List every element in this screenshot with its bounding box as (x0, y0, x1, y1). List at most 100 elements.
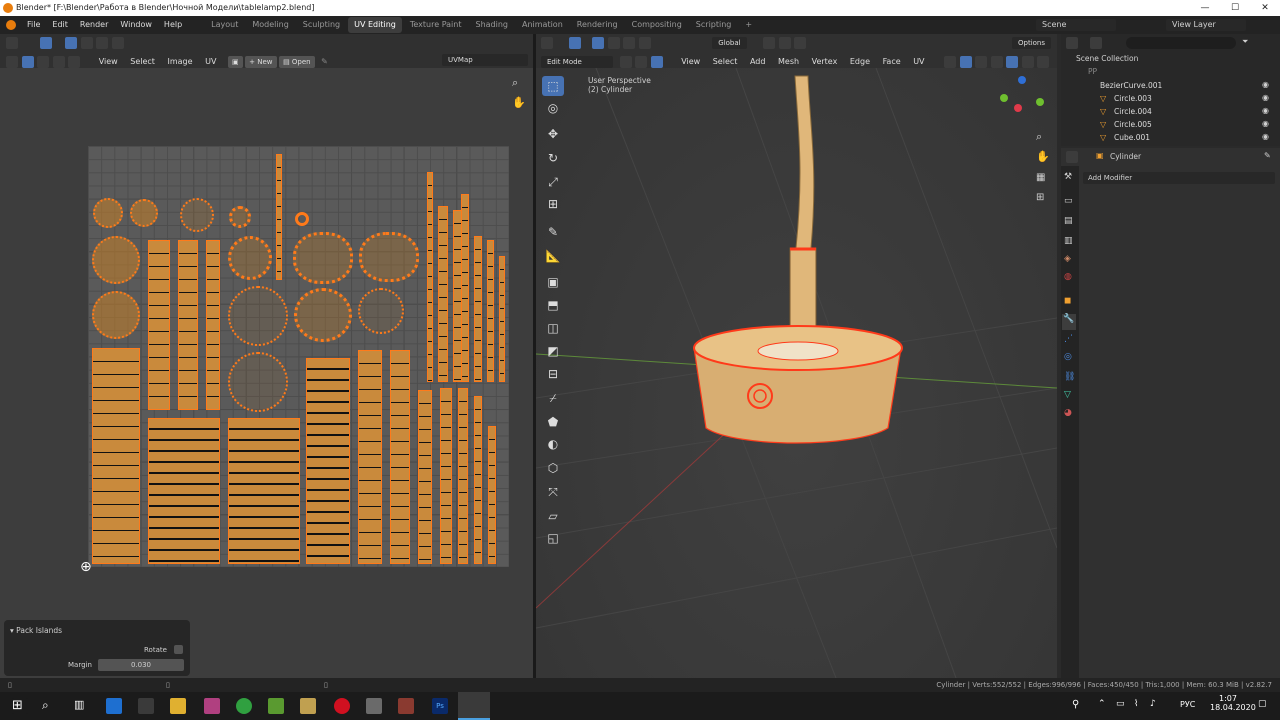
vp-menu-add[interactable]: Add (745, 57, 771, 66)
add-workspace-icon[interactable]: + (739, 17, 758, 33)
rotate-tool-icon[interactable]: ↻ (542, 148, 564, 168)
menu-window[interactable]: Window (115, 16, 157, 34)
outliner[interactable] (1061, 34, 1280, 146)
uv-menu-select[interactable]: Select (125, 57, 160, 66)
vp-menu-view[interactable]: View (676, 57, 705, 66)
visibility-eye-icon[interactable]: ◉ (1262, 106, 1269, 115)
render-tab-icon[interactable]: ▭ (1064, 196, 1073, 206)
viewport-scene[interactable] (536, 68, 1057, 678)
output-tab-icon[interactable]: ▤ (1064, 216, 1073, 226)
modifier-tab-icon[interactable]: 🔧 (1062, 314, 1076, 330)
wifi-icon[interactable]: ⌇ (1134, 699, 1138, 709)
zoom-icon[interactable]: ⌕ (1036, 130, 1042, 144)
z-axis-icon[interactable] (1018, 76, 1026, 84)
tray-chevron-icon[interactable]: ⌃ (1098, 699, 1106, 709)
shrink-fatten-tool-icon[interactable]: ⤧ (542, 482, 564, 502)
face-select-icon[interactable] (650, 55, 663, 68)
image-browse-icon[interactable]: ▣ (227, 55, 243, 68)
outliner-item-circle005[interactable]: Circle.005 (1114, 118, 1152, 131)
navigation-gizmo[interactable] (998, 76, 1048, 126)
pan-hand-icon[interactable]: ✋ (512, 96, 526, 109)
view-layer-tab-icon[interactable]: ▥ (1064, 236, 1073, 246)
select-tool-icon[interactable] (39, 37, 52, 49)
select-mode-new-icon[interactable] (65, 37, 78, 49)
clock[interactable]: 1:07 18.04.2020 (1210, 694, 1256, 712)
minimize-icon[interactable]: — (1190, 0, 1220, 16)
vertex-select-icon[interactable] (21, 55, 34, 68)
tab-layout[interactable]: Layout (205, 17, 244, 33)
margin-field[interactable]: 0.030 (98, 659, 184, 671)
editor-type-icon[interactable] (1066, 37, 1078, 49)
vp-menu-edge[interactable]: Edge (845, 57, 875, 66)
snap-icon[interactable] (778, 37, 791, 49)
select-tool-icon[interactable]: ⬚ (542, 76, 564, 96)
measure-tool-icon[interactable]: 📐 (542, 246, 564, 266)
editor-type-icon[interactable] (6, 37, 18, 49)
people-icon[interactable]: ⚲ (1072, 699, 1079, 710)
file-explorer-icon[interactable] (170, 698, 186, 714)
scene-tab-icon[interactable]: ◈ (1064, 254, 1071, 264)
tab-sculpting[interactable]: Sculpting (297, 17, 346, 33)
search-icon[interactable]: ⌕ (42, 698, 58, 714)
vertex-select-icon[interactable] (619, 55, 632, 68)
visibility-eye-icon[interactable]: ◉ (1262, 132, 1269, 141)
transform-orientation-selector[interactable]: Global (712, 37, 747, 49)
menu-help[interactable]: Help (159, 16, 187, 34)
vp-menu-face[interactable]: Face (878, 57, 906, 66)
outliner-item-beziercurve[interactable]: BezierCurve.001 (1100, 79, 1162, 92)
scene-selector[interactable]: Scene (1036, 19, 1116, 31)
tab-shading[interactable]: Shading (469, 17, 514, 33)
sync-selection-icon[interactable] (6, 55, 18, 68)
select-box-icon[interactable] (568, 37, 581, 49)
select-mode-extend-icon[interactable] (607, 37, 620, 49)
edge-select-icon[interactable] (37, 55, 50, 68)
overlay-icon[interactable] (959, 55, 972, 68)
notifications-icon[interactable]: ▢ (1258, 699, 1267, 709)
move-tool-icon[interactable]: ✥ (542, 124, 564, 144)
scale-tool-icon[interactable]: ⤢ (542, 172, 564, 192)
open-image-button[interactable]: ▤ Open (279, 55, 315, 68)
uv-menu-view[interactable]: View (94, 57, 123, 66)
spin-tool-icon[interactable]: ◐ (542, 434, 564, 454)
outliner-item-circle003[interactable]: Circle.003 (1114, 92, 1152, 105)
select-mode-invert-icon[interactable] (111, 37, 124, 49)
shading-solid-icon[interactable] (1006, 55, 1019, 68)
pin-icon[interactable]: ✎ (321, 57, 328, 66)
outliner-item-cube001[interactable]: Cube.001 (1114, 131, 1150, 144)
uv-grid[interactable] (88, 146, 509, 567)
visibility-eye-icon[interactable]: ◉ (1262, 93, 1269, 102)
loop-cut-tool-icon[interactable]: ⊟ (542, 364, 564, 384)
tab-modeling[interactable]: Modeling (246, 17, 294, 33)
maximize-icon[interactable]: ☐ (1220, 0, 1250, 16)
properties-editor[interactable] (1061, 148, 1280, 678)
select-mode-new-icon[interactable] (592, 37, 605, 49)
data-tab-icon[interactable]: ▽ (1064, 390, 1071, 400)
menu-file[interactable]: File (22, 16, 45, 34)
network-icon[interactable]: ▭ (1116, 699, 1125, 709)
editor-type-icon[interactable] (1066, 151, 1078, 163)
vp-menu-vertex[interactable]: Vertex (807, 57, 843, 66)
visibility-eye-icon[interactable]: ◉ (1262, 80, 1269, 89)
rotate-checkbox[interactable] (174, 645, 183, 654)
filter-icon[interactable]: ⏷ (1242, 37, 1248, 47)
knife-tool-icon[interactable]: ⌿ (542, 388, 564, 408)
uv-menu-uv[interactable]: UV (200, 57, 221, 66)
select-mode-extend-icon[interactable] (80, 37, 93, 49)
inset-tool-icon[interactable]: ◫ (542, 318, 564, 338)
rip-tool-icon[interactable]: ◱ (542, 528, 564, 548)
tool-tab-icon[interactable]: ⚒ (1064, 172, 1072, 182)
perspective-toggle-icon[interactable]: ⊞ (1036, 192, 1044, 203)
proportional-edit-icon[interactable] (794, 37, 807, 49)
shear-tool-icon[interactable]: ▱ (542, 506, 564, 526)
poly-build-tool-icon[interactable]: ⬟ (542, 412, 564, 432)
photoshop-icon[interactable]: Ps (432, 698, 448, 714)
outliner-search-input[interactable] (1126, 37, 1236, 49)
uv-menu-image[interactable]: Image (163, 57, 198, 66)
app-icon[interactable] (366, 698, 382, 714)
pin-icon[interactable]: ✎ (1264, 151, 1271, 160)
material-tab-icon[interactable]: ◕ (1064, 408, 1072, 418)
shading-rendered-icon[interactable] (1037, 55, 1050, 68)
mode-selector[interactable]: Edit Mode (541, 55, 613, 68)
visibility-eye-icon[interactable]: ◉ (1262, 119, 1269, 128)
y-axis-icon[interactable] (1036, 98, 1044, 106)
